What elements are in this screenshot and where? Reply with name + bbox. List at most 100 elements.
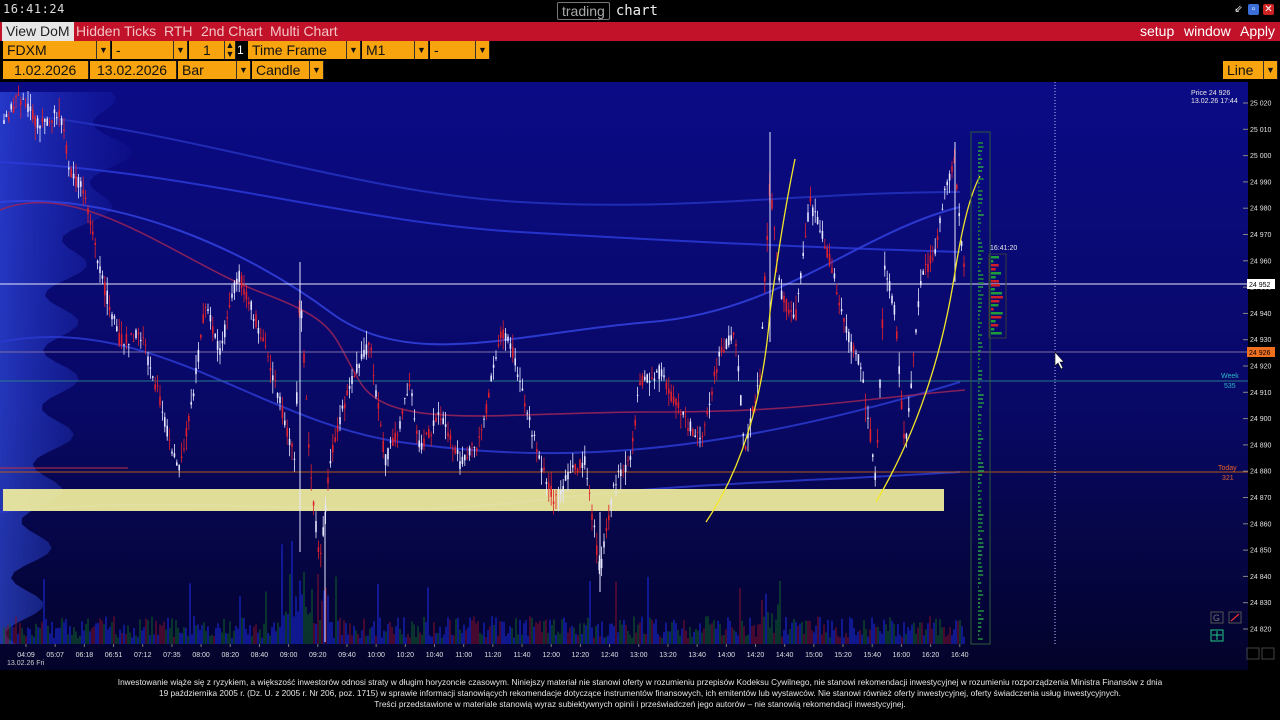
candle-body [826, 248, 828, 258]
close-icon[interactable]: ✕ [1263, 4, 1274, 15]
candle-body [392, 437, 394, 446]
tab-hidden-ticks[interactable]: Hidden Ticks [72, 22, 160, 41]
candle-body [857, 354, 860, 365]
candle-body [183, 448, 185, 450]
interval-select[interactable]: M1 ▼ [362, 41, 429, 59]
restore-icon[interactable]: ▫ [1248, 4, 1259, 15]
timeframe-select[interactable]: Time Frame ▼ [248, 41, 361, 59]
candle-body [293, 458, 296, 460]
quantity-stepper[interactable]: 1 ▲ ▼ [189, 41, 236, 59]
candle-body [48, 121, 51, 123]
candle-body [291, 443, 293, 448]
contract-select[interactable]: - ▼ [112, 41, 188, 59]
candle-body [452, 448, 454, 450]
candle-body [245, 291, 248, 300]
candle-body [898, 366, 900, 374]
candle-body [372, 375, 375, 377]
candle-body [36, 118, 39, 129]
dom-bar [978, 150, 983, 152]
dom-level-bar [991, 284, 1000, 287]
candle-body [536, 449, 538, 452]
candle-body [504, 333, 507, 341]
date-to-field[interactable]: 13.02.2026 [90, 61, 177, 79]
dom-bar [978, 178, 984, 180]
chevron-down-icon: ▼ [1263, 61, 1277, 79]
candle-body [219, 348, 221, 355]
candle-body [564, 475, 567, 481]
candle-body [365, 344, 368, 355]
time-tick-label: 15:20 [834, 652, 852, 659]
dom-bar [978, 330, 980, 332]
today-label: Today [1218, 465, 1237, 472]
candle-body [680, 414, 682, 416]
dom-bar [978, 390, 980, 392]
candle-body [286, 427, 288, 437]
candle-body [497, 344, 500, 346]
candle-body [785, 299, 788, 312]
candle-body [910, 383, 912, 389]
candle-body [584, 456, 586, 465]
time-tick-label: 07:12 [134, 652, 152, 659]
candle-body [75, 175, 77, 187]
candle-body [848, 331, 850, 343]
candle-body [660, 369, 663, 377]
stepper-icon[interactable]: ▲ ▼ [224, 41, 235, 59]
candle-body [356, 363, 358, 373]
dom-bar [978, 534, 980, 536]
candle-body [284, 420, 286, 426]
candle-body [360, 353, 363, 359]
candle-body [22, 98, 24, 100]
time-tick-label: 14:40 [776, 652, 794, 659]
candle-body [408, 384, 411, 387]
dom-bar [978, 382, 980, 384]
dom-bar [978, 618, 984, 620]
chart-canvas[interactable]: 25 020 25 010 25 000 24 990 24 980 24 970 24 9… [0, 82, 1280, 670]
candle-body [192, 393, 195, 397]
dom-bar [978, 542, 984, 544]
candle-body [473, 447, 476, 449]
candle-body [728, 335, 730, 346]
candle-body [742, 434, 744, 436]
candle-body [459, 461, 461, 469]
candle-body [101, 275, 104, 279]
candle-body [53, 109, 56, 114]
bar-type-select[interactable]: Bar ▼ [178, 61, 251, 79]
candle-body [912, 354, 915, 356]
tab-2nd-chart[interactable]: 2nd Chart [197, 22, 266, 41]
candle-body [310, 477, 312, 479]
disclaimer-line-1: Inwestowanie wiąże się z ryzykiem, a wię… [117, 677, 1163, 687]
minimize-icon[interactable]: ⇙ [1233, 4, 1244, 15]
candle-body [411, 393, 413, 397]
window-button[interactable]: window [1184, 22, 1231, 41]
candle-body [80, 181, 82, 187]
candle-body [850, 341, 852, 352]
time-tick-label: 08:20 [221, 652, 239, 659]
sub-interval-select[interactable]: - ▼ [430, 41, 490, 59]
candle-body [267, 356, 269, 358]
chart-style-select[interactable]: Candle ▼ [252, 61, 324, 79]
setup-button[interactable]: setup [1140, 22, 1174, 41]
price-chart[interactable]: 25 020 25 010 25 000 24 990 24 980 24 970 24 9… [0, 82, 1280, 670]
dom-bar [978, 350, 981, 352]
disclaimer-line-3: Treści przedstawione w materiale stanowi… [374, 699, 906, 709]
dom-bar [978, 506, 982, 508]
candle-body [212, 326, 214, 334]
candle-body [449, 434, 452, 440]
date-from-field[interactable]: 1.02.2026 [3, 61, 89, 79]
tab-view-dom[interactable]: View DoM [2, 22, 74, 41]
symbol-select[interactable]: FDXM ▼ [3, 41, 111, 59]
line-mode-select[interactable]: Line ▼ [1223, 61, 1278, 79]
candle-body [300, 310, 303, 319]
candle-body [843, 317, 845, 322]
candle-body [387, 448, 389, 460]
time-tick-label: 04:09 [17, 652, 35, 659]
candle-body [377, 402, 380, 409]
candle-body [209, 314, 212, 322]
candle-body [915, 329, 917, 333]
tab-multi-chart[interactable]: Multi Chart [266, 22, 342, 41]
candle-body [12, 106, 15, 113]
tab-rth[interactable]: RTH [160, 22, 197, 41]
apply-button[interactable]: Apply [1240, 22, 1275, 41]
candle-body [178, 464, 180, 471]
candle-body [471, 443, 473, 445]
